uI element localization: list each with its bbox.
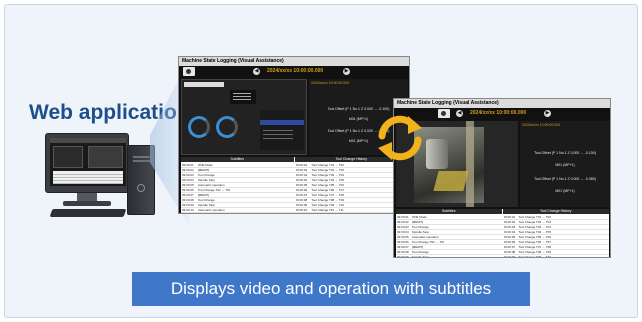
monitor [45, 133, 129, 193]
program-list-selected [260, 120, 304, 125]
drive-slot [133, 156, 150, 158]
monitor-base [63, 201, 111, 206]
column-header-subtitles[interactable]: Subtitles [181, 157, 294, 162]
power-button-icon [137, 184, 145, 192]
mini-control-panel [53, 146, 83, 168]
row-time: 09:00:10 [182, 208, 194, 212]
toolbar: ◀ 2024/xx/xx 10:00:00.000 ▶ [179, 66, 409, 78]
info-line: M01 (MP+1) [555, 163, 575, 167]
program-list [260, 110, 304, 150]
mini-video [88, 146, 123, 168]
info-timestamp: 2024/xx/xx 10:00:00.000 [522, 123, 561, 127]
machine-part [433, 171, 469, 191]
camera-icon[interactable] [183, 67, 195, 76]
row-subtitle: Automatic operation [197, 208, 225, 212]
window-title: Machine State Logging (Visual Assistance… [179, 57, 409, 66]
row-subtitle: Spindle Stop [411, 255, 429, 257]
mini-title-bar [50, 138, 126, 143]
date-display: 2024/xx/xx 10:00:00.000 [470, 110, 527, 116]
table-row[interactable]: 09:00:09 Spindle Stop 09:00:09 Tool Change … [396, 255, 609, 257]
info-timestamp: 2024/xx/xx 10:00:00.000 [311, 81, 350, 85]
cycle-arrows-icon [378, 115, 422, 161]
date-display: 2024/xx/xx 10:00:00.000 [267, 68, 324, 74]
table-row[interactable]: 09:00:10 Automatic operation 09:00:10 Tool … [181, 208, 408, 213]
next-arrow-icon[interactable]: ▶ [544, 110, 551, 117]
row-time: 09:00:10 [295, 208, 308, 212]
info-line: Tool Offset (P 1 No.1 Z 0.000 → -0.100) [534, 151, 596, 155]
row-history: Tool Change T10 → T11 [311, 208, 344, 212]
spindle-dial-icon [216, 116, 238, 138]
info-panel: 2024/xx/xx 10:00:00.000 Tool Offset (P 1… [520, 121, 610, 207]
column-header-history[interactable]: Tool Change History [502, 209, 609, 214]
machine-pipe [466, 121, 474, 207]
camera-icon[interactable] [438, 109, 450, 118]
info-line: Tool Offset (P 1 No.1 Z 0.000 → -0.080) [534, 177, 596, 181]
panel-header [184, 82, 224, 87]
column-header-subtitles[interactable]: Subtitles [396, 209, 502, 214]
next-arrow-icon[interactable]: ▶ [343, 68, 350, 75]
subtitle-table: Subtitles Tool Change History 09:00:01 ONE … [396, 209, 609, 257]
machine-control-panel [181, 79, 307, 155]
machine-spindle [426, 139, 448, 169]
prev-arrow-icon[interactable]: ◀ [456, 110, 463, 117]
position-readout [230, 90, 256, 104]
keyboard [49, 209, 127, 217]
feed-dial-icon [188, 116, 210, 138]
monitor-screen [50, 138, 126, 186]
mini-table [53, 171, 123, 184]
window-title: Machine State Logging (Visual Assistance… [394, 99, 610, 108]
row-history: Tool Change T09 → T10 [518, 255, 551, 257]
prev-arrow-icon[interactable]: ◀ [253, 68, 260, 75]
info-line: M01 (MP+1) [555, 189, 575, 193]
caption-banner: Displays video and operation with subtit… [132, 272, 530, 306]
row-time: 09:00:09 [397, 255, 409, 257]
row-time: 09:00:09 [503, 255, 516, 257]
